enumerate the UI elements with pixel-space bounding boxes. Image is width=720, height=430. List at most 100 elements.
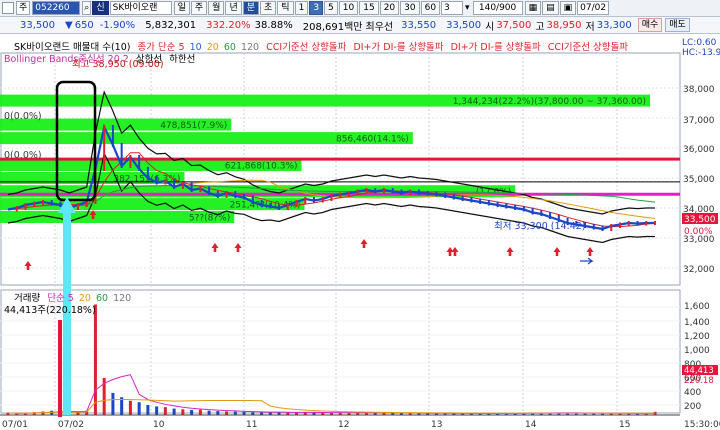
interval-5[interactable]: 5 [324, 1, 338, 15]
volume-tick: 1,600 [684, 302, 710, 312]
low-annotation: 최저 33,300 (14:42) [494, 221, 586, 232]
legend-bollinger[interactable]: Bollinger Bands중심선 20,2 [4, 54, 129, 65]
menu-icon[interactable] [2, 2, 14, 14]
turnover-ratio: 38.88% [254, 19, 293, 31]
lc-label: LC:0.60 [682, 38, 717, 48]
hc-label: HC:-13.95 [682, 48, 720, 58]
x-label: 11 [246, 420, 257, 430]
interval-3[interactable]: 3 [309, 1, 324, 15]
bid-price: 33,500 [446, 19, 482, 31]
volume-bar [190, 410, 194, 415]
interval-15[interactable]: 15 [359, 1, 379, 15]
price-tick: 38,000 [683, 85, 715, 95]
period-tick[interactable]: 틱 [277, 1, 294, 15]
volume-tick: 1,400 [684, 318, 710, 328]
current-price-label: 33,500 [684, 215, 716, 225]
volume-ma60[interactable]: 60 [96, 293, 108, 304]
volume-bar [41, 411, 45, 415]
period-day[interactable]: 일 [173, 1, 190, 15]
legend-upper[interactable]: 상한선 [136, 54, 162, 65]
open-label: 시 [485, 21, 495, 33]
legend-cci[interactable]: CCI기준선 상향돌파 [266, 42, 346, 53]
interval-10[interactable]: 10 [338, 1, 359, 15]
legend-lower[interactable]: 하한선 [169, 54, 195, 65]
volume-tick: 1,000 [684, 346, 710, 356]
zero-label-2: 0(0.0%) [4, 150, 42, 161]
period-minute[interactable]: 분 [242, 1, 260, 15]
volume-tick: 400 [684, 388, 701, 398]
legend-ma60[interactable]: 60 [224, 42, 236, 53]
menu-select[interactable]: 주 [16, 1, 31, 15]
x-label: 15 [619, 420, 630, 430]
x-label: 07/01 [2, 420, 28, 430]
volume-badge-label: 44,413 [684, 366, 714, 376]
low-label: 저 [585, 21, 595, 33]
count-field[interactable]: 140/900 [472, 1, 523, 15]
volume-bar [163, 407, 167, 415]
code-input[interactable]: 052260 [32, 1, 81, 15]
chevron-down-icon[interactable]: ▾ [465, 3, 470, 13]
price-change: 650 [74, 19, 94, 31]
legend-cci2[interactable]: CCI기준선 상향돌파 [548, 42, 628, 53]
profile-label: 5??(8?%) [189, 214, 230, 224]
volume-bar [216, 411, 220, 415]
legend-di1[interactable]: DI+가 DI-를 상향돌파 [353, 42, 443, 53]
profile-label: 478,851(7.9%) [160, 121, 227, 131]
volume-bar [198, 409, 202, 415]
volume-bar [128, 400, 132, 415]
low-price: 33,300 [596, 19, 632, 31]
volume-bar [207, 410, 211, 415]
high-label: 고 [535, 21, 545, 33]
x-label: 14 [525, 420, 537, 430]
legend-ma20[interactable]: 20 [207, 42, 219, 53]
volume-bar [155, 406, 159, 415]
chart-icon[interactable]: ▤ [542, 1, 559, 15]
priority-label: 최우선 [365, 21, 394, 33]
profile-label: 621,868(10.3%) [225, 162, 298, 172]
interval-1[interactable]: 1 [294, 1, 309, 15]
calendar-icon[interactable]: ▣ [559, 1, 577, 15]
ask-price: 33,550 [401, 19, 437, 31]
period-year[interactable]: 년 [225, 1, 242, 15]
volume-bar [233, 411, 237, 415]
stock-name-field[interactable]: SK바이오랜 [109, 1, 172, 15]
x-label: 12 [338, 420, 349, 430]
profile-label: 1,344,234(22.2%)(37,800.00 ~ 37,360.00) [453, 97, 646, 107]
current-pct-label: 0.00% [684, 227, 713, 237]
interval-30[interactable]: 30 [400, 1, 420, 15]
interval-20[interactable]: 20 [379, 1, 400, 15]
time-label: 15:30:00 [684, 420, 720, 430]
volume-current: 44,413주(220.18%) [4, 305, 96, 316]
sell-button[interactable]: 매도 [665, 18, 690, 32]
down-arrow-icon: ▼ [65, 19, 73, 31]
date-field[interactable]: 07/02 [577, 1, 610, 15]
unit-select[interactable]: 3 [441, 1, 464, 15]
change-percent: -1.90% [99, 19, 136, 31]
volume-pct-label: 220.18 [684, 376, 714, 386]
volume-ratio: 332.20% [206, 19, 251, 31]
x-label: 10 [153, 420, 165, 430]
period-second[interactable]: 초 [260, 1, 277, 15]
grid-icon[interactable]: ▦ [524, 1, 542, 15]
search-icon[interactable]: ⌕ [82, 1, 92, 15]
volume-bar [137, 402, 141, 415]
price-tick: 32,000 [683, 265, 715, 275]
volume-tick: 200 [684, 402, 701, 412]
volume-bar [146, 405, 150, 415]
legend-di2[interactable]: DI+가 DI-를 상향돌파 [451, 42, 541, 53]
price-tick: 37,000 [683, 116, 715, 126]
volume-spike [58, 320, 62, 417]
volume-ma120[interactable]: 120 [113, 293, 131, 304]
zero-label-1: 0(0.0%) [4, 111, 42, 122]
current-price: 33,500 [20, 19, 55, 31]
period-week[interactable]: 주 [190, 1, 208, 15]
period-month[interactable]: 월 [208, 1, 225, 15]
stock-chart[interactable]: 1,344,234(22.2%)(37,800.00 ~ 37,360.00) 4… [0, 35, 720, 430]
toolbar-top: 주 052260 ⌕ 신 SK바이오랜 일 주 월 년 분 초 틱 1 3 5 … [0, 0, 720, 17]
interval-60[interactable]: 60 [420, 1, 441, 15]
volume-bar [111, 392, 115, 415]
volume-bar [225, 411, 229, 415]
legend-ma120[interactable]: 120 [241, 42, 259, 53]
buy-button[interactable]: 매수 [637, 18, 663, 32]
profile-label: 856,460(14.1%) [336, 135, 409, 145]
